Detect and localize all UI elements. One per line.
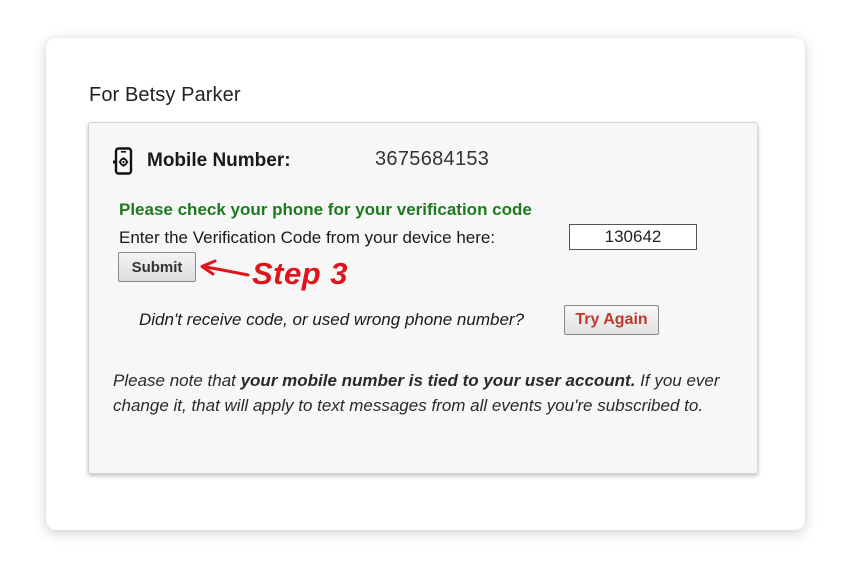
account-tie-note: Please note that your mobile number is t…	[113, 368, 738, 418]
mobile-number-value: 3675684153	[375, 148, 490, 170]
mobile-phone-icon	[113, 147, 135, 175]
verification-code-label: Enter the Verification Code from your de…	[119, 228, 496, 247]
mobile-number-row: Mobile Number:	[113, 146, 291, 176]
note-text-start: Please note that	[113, 371, 241, 390]
try-again-button[interactable]: Try Again	[564, 305, 659, 335]
verification-code-input[interactable]	[569, 224, 697, 250]
submit-button[interactable]: Submit	[118, 252, 196, 282]
account-name-heading: For Betsy Parker	[89, 84, 241, 106]
mobile-number-label: Mobile Number:	[147, 150, 291, 171]
left-arrow-icon	[200, 259, 250, 277]
step-annotation-label: Step 3	[252, 256, 349, 291]
check-phone-message: Please check your phone for your verific…	[119, 200, 532, 219]
note-text-bold: your mobile number is tied to your user …	[240, 371, 636, 390]
didnt-receive-question: Didn't receive code, or used wrong phone…	[139, 310, 525, 329]
